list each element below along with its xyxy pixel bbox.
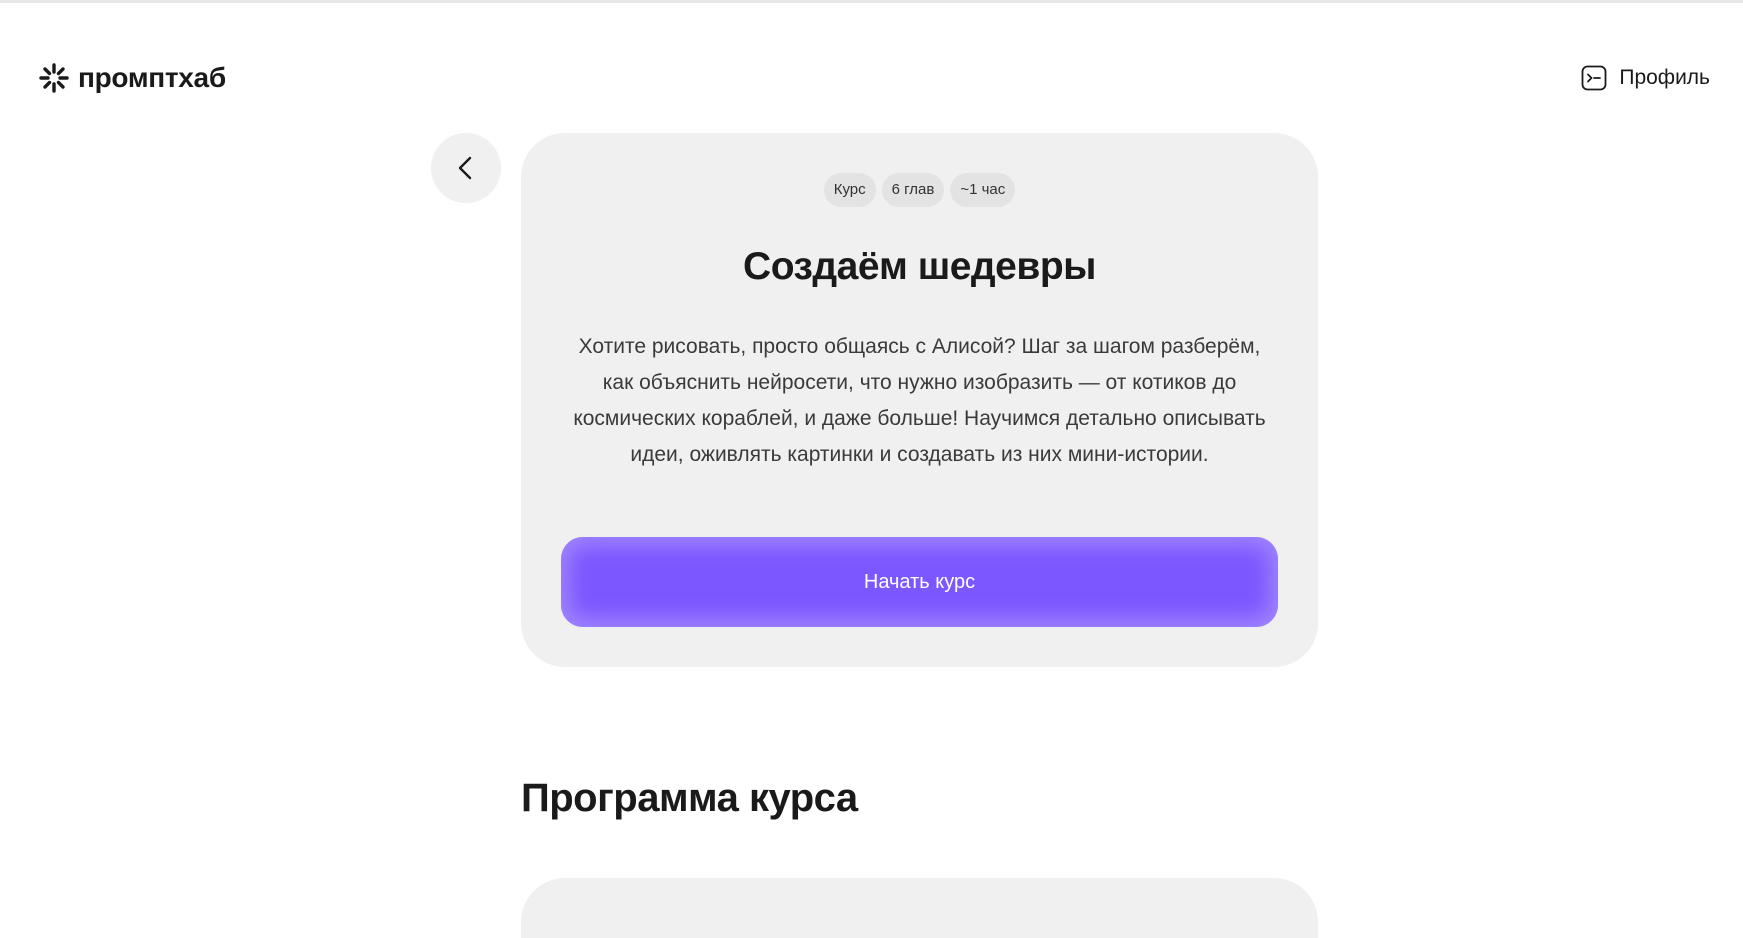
course-title: Создаём шедевры (743, 245, 1096, 288)
sparkle-icon (39, 63, 69, 93)
back-button[interactable] (431, 133, 501, 203)
chevron-left-icon (458, 156, 472, 180)
profile-button[interactable]: Профиль (1581, 56, 1710, 100)
course-description: Хотите рисовать, просто общаясь с Алисой… (573, 335, 1266, 466)
terminal-icon (1581, 65, 1607, 91)
profile-label: Профиль (1619, 66, 1710, 89)
start-course-button[interactable]: Начать курс (561, 537, 1278, 627)
logo-text: промптхаб (78, 62, 226, 93)
header: промптхаб Профиль (0, 56, 1743, 100)
chip-type: Курс (823, 173, 876, 207)
course-hero-card: Курс 6 глав ~1 час Создаём шедевры Хотит… (521, 133, 1318, 667)
course-meta-chips: Курс 6 глав ~1 час (521, 173, 1318, 207)
program-section-title: Программа курса (521, 776, 858, 820)
program-card (521, 878, 1318, 938)
chip-chapters: 6 глав (881, 173, 945, 207)
logo-link[interactable]: промптхаб (38, 56, 226, 100)
chip-duration: ~1 час (950, 173, 1016, 207)
top-divider (0, 0, 1743, 3)
